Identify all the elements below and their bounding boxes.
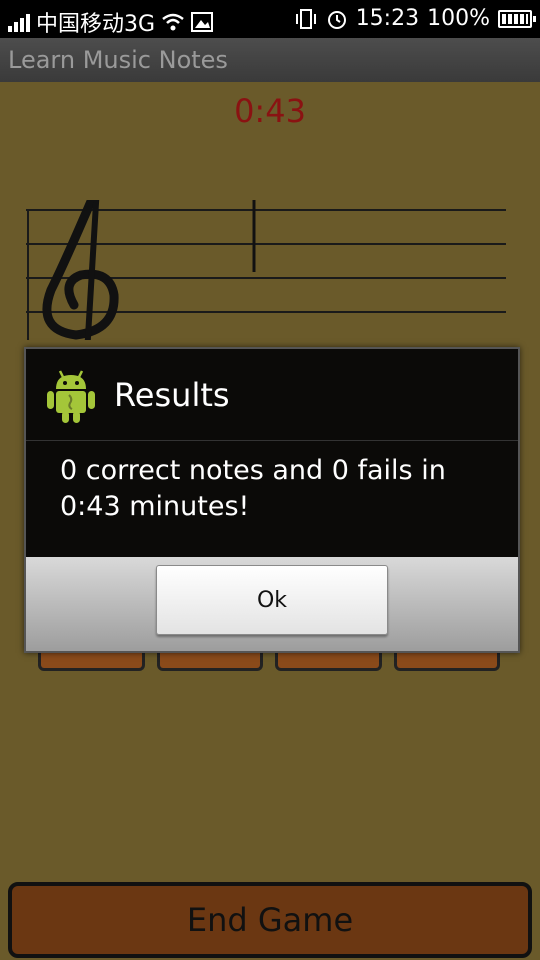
signal-strength-icon bbox=[8, 12, 30, 32]
app-title: Learn Music Notes bbox=[8, 46, 228, 74]
end-game-button[interactable]: End Game bbox=[8, 882, 532, 958]
app-title-bar: Learn Music Notes bbox=[0, 38, 540, 82]
status-bar: 中国移动3G 15:23 100% bbox=[0, 0, 540, 38]
music-staff bbox=[26, 200, 506, 340]
vibrate-icon bbox=[295, 8, 316, 29]
dialog-footer: Ok bbox=[26, 557, 518, 651]
alarm-icon bbox=[327, 10, 346, 29]
results-dialog: Results 0 correct notes and 0 fails in 0… bbox=[24, 347, 520, 653]
game-timer: 0:43 bbox=[234, 92, 306, 130]
clock-label: 15:23 bbox=[355, 6, 420, 31]
battery-icon bbox=[498, 9, 536, 28]
android-icon bbox=[47, 369, 95, 423]
dialog-title: Results bbox=[114, 375, 230, 414]
ok-button[interactable]: Ok bbox=[156, 565, 388, 635]
treble-clef-icon bbox=[42, 200, 119, 340]
image-notification-icon bbox=[191, 12, 214, 32]
wifi-icon bbox=[162, 13, 184, 31]
dialog-header: Results bbox=[26, 349, 518, 441]
battery-percent-label: 100% bbox=[427, 6, 490, 31]
dialog-message: 0 correct notes and 0 fails in 0:43 minu… bbox=[26, 441, 518, 557]
carrier-label: 中国移动3G bbox=[36, 12, 156, 37]
